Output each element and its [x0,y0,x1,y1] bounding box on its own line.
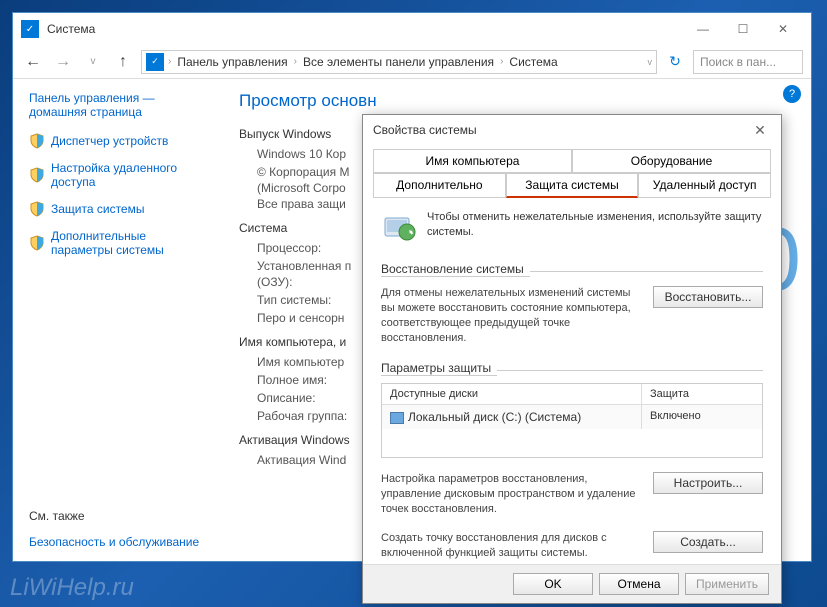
dialog-footer: OK Отмена Применить [363,564,781,603]
copyright-value3: Все права защи [257,197,346,211]
restore-heading: Восстановление системы [381,262,530,277]
window-controls: — ☐ ✕ [683,15,803,43]
ram-label2: (ОЗУ): [257,275,292,289]
system-properties-dialog: Свойства системы ✕ Имя компьютера Оборуд… [362,114,782,604]
shield-icon [29,133,45,149]
configure-description: Настройка параметров восстановления, упр… [381,472,645,517]
ok-button[interactable]: OK [513,573,593,595]
up-button[interactable]: ↑ [111,50,135,74]
address-icon: ✓ [146,53,164,71]
breadcrumb-1[interactable]: Панель управления [175,55,289,69]
tab-remote[interactable]: Удаленный доступ [638,173,771,198]
restore-button[interactable]: Восстановить... [653,286,763,308]
sidebar: Панель управления — домашняя страница Ди… [13,79,223,561]
sidebar-link-label: Диспетчер устройств [51,134,168,148]
col-drives: Доступные диски [382,384,642,404]
activation-label: Активация Wind [257,453,346,467]
close-button[interactable]: ✕ [763,15,803,43]
ram-label: Установленная п [257,259,351,273]
breadcrumb-dropdown-icon[interactable]: v [648,57,653,67]
watermark: LiWiHelp.ru [10,574,134,602]
create-description: Создать точку восстановления для дисков … [381,531,645,561]
sidebar-link-label: Защита системы [51,202,144,216]
cancel-button[interactable]: Отмена [599,573,679,595]
dialog-body: Чтобы отменить нежелательные изменения, … [363,198,781,564]
apply-button[interactable]: Применить [685,573,769,595]
sidebar-link-security[interactable]: Безопасность и обслуживание [29,535,207,549]
minimize-button[interactable]: — [683,15,723,43]
drive-icon [390,412,404,424]
copyright-value2: (Microsoft Corpo [257,181,346,195]
configure-button[interactable]: Настроить... [653,472,763,494]
cpu-label: Процессор: [257,241,321,255]
window-title: Система [47,22,683,36]
params-heading: Параметры защиты [381,361,497,376]
page-title: Просмотр основн [239,91,795,111]
restore-icon [381,210,417,246]
shield-icon [29,167,45,183]
intro-text: Чтобы отменить нежелательные изменения, … [427,210,763,240]
drive-row[interactable]: Локальный диск (C:) (Система) Включено [382,405,762,429]
maximize-button[interactable]: ☐ [723,15,763,43]
pen-label: Перо и сенсорн [257,311,344,325]
restore-description: Для отмены нежелательных изменений систе… [381,286,645,345]
edition-value: Windows 10 Кор [257,147,346,161]
pcname-label: Имя компьютер [257,355,344,369]
see-also-heading: См. также [29,509,207,523]
shield-icon [29,201,45,217]
bc-sep-icon: › [294,56,297,67]
desc-label: Описание: [257,391,316,405]
address-bar[interactable]: ✓ › Панель управления › Все элементы пан… [141,50,657,74]
tab-advanced[interactable]: Дополнительно [373,173,506,198]
sidebar-home-link[interactable]: Панель управления — домашняя страница [29,91,207,119]
back-button[interactable]: ← [21,50,45,74]
drive-status: Включено [642,405,762,429]
copyright-value: © Корпорация М [257,165,349,179]
titlebar: ✓ Система — ☐ ✕ [13,13,811,45]
create-button[interactable]: Создать... [653,531,763,553]
help-button[interactable]: ? [783,85,801,103]
systype-label: Тип системы: [257,293,331,307]
breadcrumb-3[interactable]: Система [507,55,559,69]
dialog-titlebar: Свойства системы ✕ [363,115,781,145]
tab-strip: Имя компьютера Оборудование Дополнительн… [363,145,781,198]
sidebar-link-advanced[interactable]: Дополнительные параметры системы [29,227,207,259]
dialog-title: Свойства системы [373,123,477,137]
bc-sep-icon: › [168,56,171,67]
col-protection: Защита [642,384,762,404]
tab-computer-name[interactable]: Имя компьютера [373,149,572,173]
tab-hardware[interactable]: Оборудование [572,149,771,173]
refresh-button[interactable]: ↻ [663,50,687,74]
intro-row: Чтобы отменить нежелательные изменения, … [381,210,763,246]
sidebar-link-remote[interactable]: Настройка удаленного доступа [29,159,207,191]
shield-icon [29,235,45,251]
fullname-label: Полное имя: [257,373,327,387]
sidebar-link-label: Дополнительные параметры системы [51,229,207,257]
forward-button[interactable]: → [51,50,75,74]
drives-table: Доступные диски Защита Локальный диск (C… [381,383,763,458]
nav-toolbar: ← → v ↑ ✓ › Панель управления › Все элем… [13,45,811,79]
sidebar-link-device-manager[interactable]: Диспетчер устройств [29,131,207,151]
tab-protection[interactable]: Защита системы [506,173,639,198]
breadcrumb-2[interactable]: Все элементы панели управления [301,55,496,69]
app-icon: ✓ [21,20,39,38]
dialog-close-button[interactable]: ✕ [749,119,771,141]
drive-name: Локальный диск (C:) (Система) [408,410,581,424]
sidebar-link-protection[interactable]: Защита системы [29,199,207,219]
workgroup-label: Рабочая группа: [257,409,347,423]
search-input[interactable]: Поиск в пан... [693,50,803,74]
sidebar-link-label: Настройка удаленного доступа [51,161,207,189]
recent-button[interactable]: v [81,50,105,74]
bc-sep-icon: › [500,56,503,67]
